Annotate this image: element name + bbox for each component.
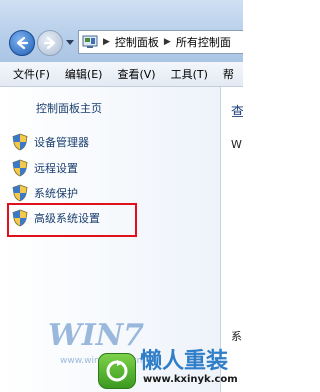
sidebar-item-label: 系统保护	[34, 187, 78, 200]
forward-arrow-icon	[43, 36, 56, 50]
menu-bar: 文件(F) 编辑(E) 查看(V) 工具(T) 帮	[0, 62, 243, 87]
breadcrumb-separator-icon: ▶	[103, 37, 110, 47]
breadcrumb-all-items[interactable]: 所有控制面	[176, 34, 231, 50]
shield-icon	[12, 133, 28, 151]
menu-help[interactable]: 帮	[223, 66, 234, 82]
sidebar-item-label: 远程设置	[34, 162, 78, 175]
window-titlebar: ▶ 控制面板 ▶ 所有控制面	[0, 0, 243, 65]
watermark-brand: 懒人重装	[140, 348, 229, 374]
menu-file[interactable]: 文件(F)	[13, 66, 50, 82]
forward-button[interactable]	[37, 30, 63, 56]
edition-text: W	[231, 138, 242, 151]
system-section-text: 系	[231, 330, 242, 343]
shield-icon	[12, 159, 28, 177]
history-dropdown-icon[interactable]	[66, 40, 74, 45]
menu-edit[interactable]: 编辑(E)	[65, 66, 103, 82]
watermark-url: www.kxinyk.com	[143, 374, 238, 385]
refresh-icon	[106, 360, 128, 382]
sidebar-item-device-manager[interactable]: 设备管理器	[12, 133, 89, 151]
breadcrumb-control-panel[interactable]: 控制面板	[115, 34, 159, 50]
control-panel-icon	[82, 35, 98, 48]
shield-icon	[12, 184, 28, 202]
sidebar-item-remote-settings[interactable]: 远程设置	[12, 159, 78, 177]
watermark-logo: WIN7	[48, 318, 145, 353]
sidebar-item-system-protection[interactable]: 系统保护	[12, 184, 78, 202]
sidebar-item-label: 设备管理器	[34, 136, 89, 149]
back-button[interactable]	[9, 30, 35, 56]
address-bar[interactable]: ▶ 控制面板 ▶ 所有控制面	[78, 30, 243, 54]
highlight-annotation-box	[7, 203, 137, 237]
watermark-badge-icon	[98, 353, 136, 389]
page-title: 查	[231, 105, 243, 120]
breadcrumb-separator-icon: ▶	[163, 37, 171, 47]
menu-view[interactable]: 查看(V)	[117, 66, 155, 82]
menu-tools[interactable]: 工具(T)	[171, 66, 208, 82]
back-arrow-icon	[16, 36, 29, 50]
control-panel-home-link[interactable]: 控制面板主页	[36, 100, 102, 116]
